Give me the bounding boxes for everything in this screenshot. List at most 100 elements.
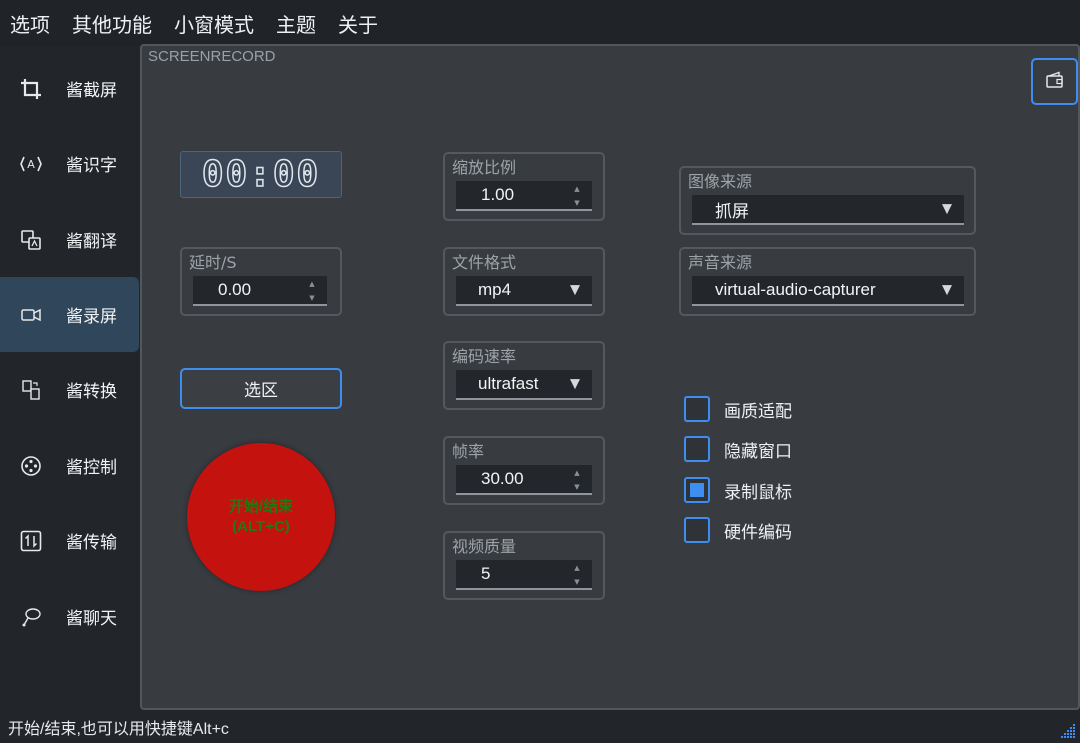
record-label-line2: (ALT+C) (232, 518, 290, 535)
sidebar-item-screenshot[interactable]: 酱截屏 (0, 51, 139, 126)
sidebar-item-label: 酱控制 (66, 458, 117, 478)
image-source-dropdown[interactable]: 抓屏 ▼ (692, 195, 964, 225)
record-panel: SCREENRECORD 00:00 延时/S 0.00 ▲ ▼ 选区 开始/结束… (140, 44, 1080, 710)
menu-other-functions[interactable]: 其他功能 (72, 9, 152, 38)
translate-icon (20, 229, 42, 251)
status-bar: 开始/结束,也可以用快捷键Alt+c (0, 710, 1080, 743)
checkbox-quality-adapt[interactable]: 画质适配 (684, 395, 792, 423)
spin-down-icon: ▼ (574, 578, 580, 586)
quality-value: 5 (481, 564, 491, 583)
delay-group: 延时/S 0.00 ▲ ▼ (180, 247, 342, 316)
checkbox-box[interactable] (684, 436, 710, 462)
checkbox-label: 画质适配 (724, 401, 792, 422)
convert-icon (20, 379, 42, 401)
spin-arrows[interactable]: ▲ ▼ (307, 279, 317, 303)
spin-up-icon: ▲ (574, 185, 580, 193)
crop-icon (20, 78, 42, 100)
format-dropdown[interactable]: mp4 ▼ (456, 276, 592, 306)
scale-spinbox[interactable]: 1.00 ▲ ▼ (456, 181, 592, 211)
checkbox-label: 录制鼠标 (724, 482, 792, 503)
spin-down-icon: ▼ (574, 483, 580, 491)
dropdown-arrow-icon: ▼ (942, 201, 952, 217)
wallet-icon (1045, 71, 1065, 93)
sidebar-item-label: 酱识字 (66, 156, 117, 176)
menu-options[interactable]: 选项 (10, 9, 50, 38)
format-value: mp4 (478, 280, 512, 299)
checkbox-record-mouse[interactable]: 录制鼠标 (684, 476, 792, 504)
sidebar-item-label: 酱截屏 (66, 81, 117, 101)
checkbox-box[interactable] (684, 517, 710, 543)
spin-arrows[interactable]: ▲ ▼ (572, 563, 582, 587)
spin-arrows[interactable]: ▲ ▼ (572, 184, 582, 208)
svg-text:A: A (27, 158, 35, 171)
quality-spinbox[interactable]: 5 ▲ ▼ (456, 560, 592, 590)
sidebar-item-record[interactable]: 酱录屏 (0, 277, 139, 352)
checkbox-label: 硬件编码 (724, 522, 792, 543)
spin-up-icon: ▲ (574, 469, 580, 477)
checkbox-label: 隐藏窗口 (724, 441, 792, 462)
spin-down-icon: ▼ (309, 294, 315, 302)
wallet-button[interactable] (1031, 58, 1078, 105)
audio-source-dropdown[interactable]: virtual-audio-capturer ▼ (692, 276, 964, 306)
ocr-icon: A (20, 153, 42, 175)
fps-spinbox[interactable]: 30.00 ▲ ▼ (456, 465, 592, 495)
record-label-line1: 开始/结束 (228, 498, 294, 515)
image-source-group: 图像来源 抓屏 ▼ (679, 166, 976, 235)
spin-arrows[interactable]: ▲ ▼ (572, 468, 582, 492)
encode-speed-group: 编码速率 ultrafast ▼ (443, 341, 605, 410)
checkbox-box[interactable] (684, 477, 710, 503)
spin-up-icon: ▲ (574, 564, 580, 572)
spin-up-icon: ▲ (309, 280, 315, 288)
dropdown-arrow-icon: ▼ (570, 282, 580, 298)
checkbox-hide-window[interactable]: 隐藏窗口 (684, 435, 792, 463)
spin-down-icon: ▼ (574, 199, 580, 207)
audio-source-label: 声音来源 (688, 253, 753, 272)
control-icon (20, 455, 42, 477)
sidebar-item-label: 酱录屏 (66, 307, 117, 327)
audio-source-group: 声音来源 virtual-audio-capturer ▼ (679, 247, 976, 316)
format-group: 文件格式 mp4 ▼ (443, 247, 605, 316)
scale-label: 缩放比例 (452, 158, 517, 177)
transfer-icon (20, 530, 42, 552)
fps-value: 30.00 (481, 469, 524, 488)
sidebar-item-control[interactable]: 酱控制 (0, 428, 139, 503)
select-area-button[interactable]: 选区 (180, 368, 342, 409)
fps-label: 帧率 (452, 442, 485, 461)
sidebar-item-label: 酱传输 (66, 533, 117, 553)
menu-about[interactable]: 关于 (338, 9, 378, 38)
fps-group: 帧率 30.00 ▲ ▼ (443, 436, 605, 505)
sidebar-item-label: 酱翻译 (66, 232, 117, 252)
scale-value: 1.00 (481, 185, 515, 204)
chat-icon (20, 606, 42, 628)
dropdown-arrow-icon: ▼ (570, 376, 580, 392)
video-camera-icon (20, 304, 42, 326)
checkbox-hardware-encode[interactable]: 硬件编码 (684, 516, 792, 544)
image-source-value: 抓屏 (715, 201, 749, 221)
quality-label: 视频质量 (452, 537, 517, 556)
sidebar-item-transfer[interactable]: 酱传输 (0, 503, 139, 578)
sidebar: 酱截屏 A 酱识字 酱翻译 酱录屏 酱转换 酱控制 酱传输 酱聊天 (0, 46, 139, 709)
menu-theme[interactable]: 主题 (276, 9, 316, 38)
sidebar-item-chat[interactable]: 酱聊天 (0, 579, 139, 654)
format-label: 文件格式 (452, 253, 517, 272)
status-text: 开始/结束,也可以用快捷键Alt+c (8, 720, 229, 738)
sidebar-item-ocr[interactable]: A 酱识字 (0, 126, 139, 201)
encode-speed-value: ultrafast (478, 374, 539, 393)
encode-speed-dropdown[interactable]: ultrafast ▼ (456, 370, 592, 400)
delay-spinbox[interactable]: 0.00 ▲ ▼ (193, 276, 327, 306)
image-source-label: 图像来源 (688, 172, 753, 191)
encode-speed-label: 编码速率 (452, 347, 517, 366)
sidebar-item-label: 酱转换 (66, 382, 117, 402)
audio-source-value: virtual-audio-capturer (715, 280, 876, 299)
menu-bar: 选项 其他功能 小窗模式 主题 关于 (0, 0, 1080, 46)
sidebar-item-convert[interactable]: 酱转换 (0, 352, 139, 427)
quality-group: 视频质量 5 ▲ ▼ (443, 531, 605, 600)
delay-value: 0.00 (218, 280, 252, 299)
checkbox-box[interactable] (684, 396, 710, 422)
dropdown-arrow-icon: ▼ (942, 282, 952, 298)
record-toggle-button[interactable]: 开始/结束 (ALT+C) (187, 443, 335, 591)
timer-value: 00:00 (201, 153, 321, 196)
resize-grip-icon[interactable] (1058, 721, 1076, 739)
sidebar-item-translate[interactable]: 酱翻译 (0, 202, 139, 277)
menu-mini-window[interactable]: 小窗模式 (174, 9, 254, 38)
